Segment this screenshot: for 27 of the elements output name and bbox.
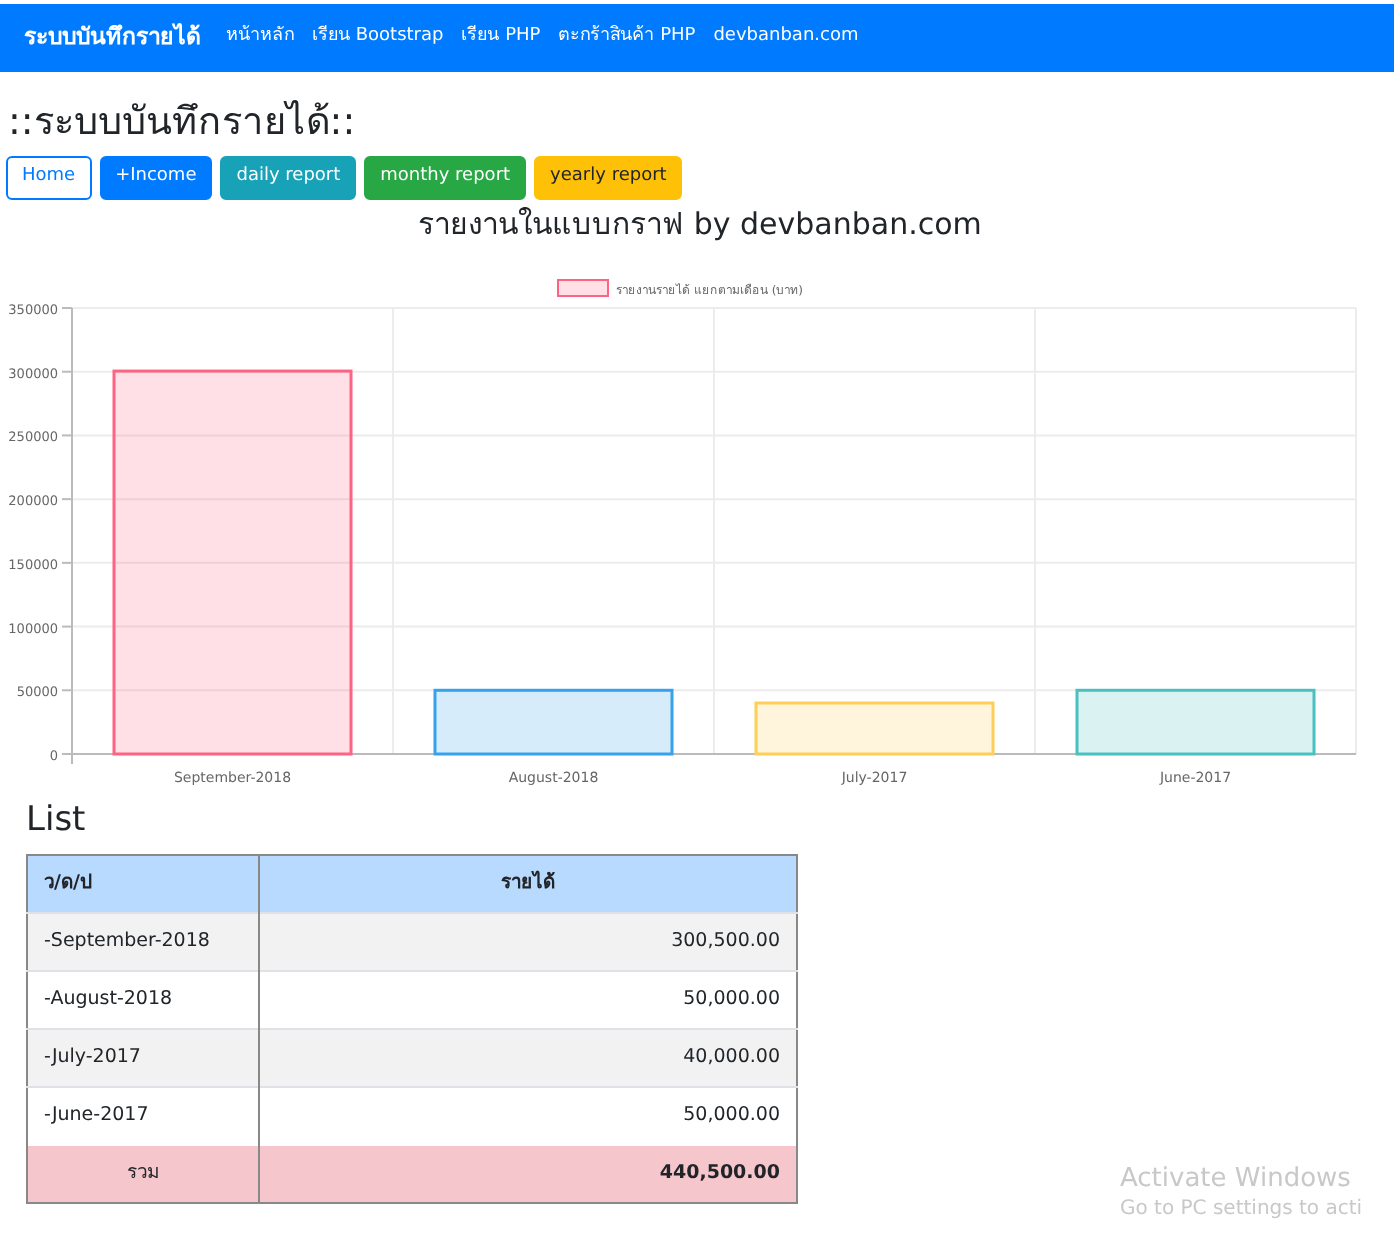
table-cell: -September-2018	[27, 913, 259, 971]
nav-link[interactable]: เรียน Bootstrap	[312, 24, 444, 52]
nav-button[interactable]: Home	[6, 156, 92, 200]
table-cell: 50,000.00	[259, 971, 797, 1029]
nav-button[interactable]: +Income	[99, 156, 213, 200]
table-cell: 50,000.00	[259, 1087, 797, 1145]
nav-button[interactable]: daily report	[220, 156, 357, 200]
nav-link[interactable]: เรียน PHP	[461, 24, 541, 52]
table-cell: -August-2018	[27, 971, 259, 1029]
nav-button[interactable]: monthy report	[364, 156, 527, 200]
page-heading: ::ระบบบันทึกรายได้::	[8, 98, 358, 148]
legend-swatch	[557, 279, 609, 297]
list-heading: List	[26, 798, 88, 842]
table-cell: -June-2017	[27, 1087, 259, 1145]
column-header: รายได้	[259, 855, 797, 913]
column-header: ว/ด/ป	[27, 855, 259, 913]
total-value: 440,500.00	[259, 1145, 797, 1203]
nav-link[interactable]: หน้าหลัก	[226, 24, 294, 52]
nav-link[interactable]: ตะกร้าสินค้า PHP	[558, 24, 696, 52]
nav-button[interactable]: yearly report	[534, 156, 683, 200]
table-cell: 40,000.00	[259, 1029, 797, 1087]
navbar-brand[interactable]: ระบบบันทึกรายได้	[24, 20, 200, 56]
chart-title: รายงานในแบบกราฟ by devbanban.com	[416, 204, 984, 244]
nav-link[interactable]: devbanban.com	[713, 24, 859, 52]
table-cell: -July-2017	[27, 1029, 259, 1087]
table-cell: 300,500.00	[259, 913, 797, 971]
total-label: รวม	[27, 1145, 259, 1203]
